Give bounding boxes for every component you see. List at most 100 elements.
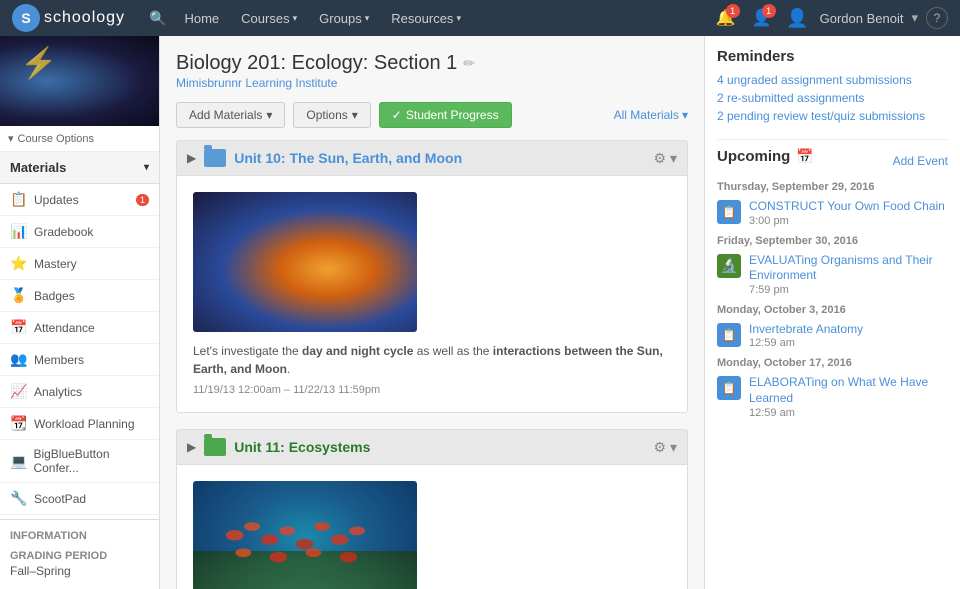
unit-10-description: Let's investigate the day and night cycl… bbox=[193, 342, 671, 378]
unit-10-section: ▶ Unit 10: The Sun, Earth, and Moon ⚙ ▾ … bbox=[176, 140, 688, 413]
unit-11-folder-icon bbox=[204, 438, 226, 456]
course-options-toggle[interactable]: ▾ Course Options bbox=[0, 126, 159, 152]
nav-resources[interactable]: Resources▾ bbox=[381, 7, 471, 30]
sidebar-item-analytics[interactable]: 📈 Analytics bbox=[0, 376, 159, 408]
institution-link[interactable]: Mimisbrunnr Learning Institute bbox=[176, 76, 337, 90]
unit-11-image bbox=[193, 481, 417, 589]
right-panel: Reminders 4 ungraded assignment submissi… bbox=[704, 36, 960, 589]
edit-title-icon[interactable]: ✏ bbox=[463, 55, 475, 72]
event-title-0-0[interactable]: CONSTRUCT Your Own Food Chain bbox=[749, 199, 948, 215]
sidebar-item-scootpad[interactable]: 🔧 ScootPad bbox=[0, 483, 159, 515]
event-title-2-0[interactable]: Invertebrate Anatomy bbox=[749, 322, 948, 338]
unit-10-header[interactable]: ▶ Unit 10: The Sun, Earth, and Moon ⚙ ▾ bbox=[176, 140, 688, 176]
help-button[interactable]: ? bbox=[926, 7, 948, 29]
materials-filter[interactable]: All Materials ▾ bbox=[614, 108, 688, 122]
sidebar-item-analytics-label: Analytics bbox=[34, 385, 82, 399]
bigbluebutton-icon: 💻 bbox=[10, 453, 27, 470]
event-icon-1-0: 🔬 bbox=[717, 254, 741, 278]
panel-divider bbox=[717, 139, 948, 140]
notification-bell-1[interactable]: 🔔 1 bbox=[712, 4, 740, 32]
sidebar-item-members[interactable]: 👥 Members bbox=[0, 344, 159, 376]
grading-period-label: Grading period bbox=[10, 550, 149, 562]
unit-11-gear-icon[interactable]: ⚙ ▾ bbox=[654, 439, 677, 456]
materials-section-header: Materials ▾ bbox=[0, 152, 159, 184]
search-icon[interactable]: 🔍 bbox=[141, 6, 174, 31]
user-avatar[interactable]: 👤 bbox=[784, 4, 812, 32]
top-nav-right: 🔔 1 👤 1 👤 Gordon Benoit ▾ ? bbox=[712, 4, 948, 32]
date-label-1: Friday, September 30, 2016 bbox=[717, 235, 948, 247]
nav-groups[interactable]: Groups▾ bbox=[309, 7, 379, 30]
upcoming-title: Upcoming 📅 bbox=[717, 148, 814, 165]
sidebar: ⚡ ▾ Course Options Materials ▾ 📋 Updates… bbox=[0, 36, 160, 589]
unit-11-section: ▶ Unit 11: Ecosystems ⚙ ▾ bbox=[176, 429, 688, 589]
top-navigation: S schoology 🔍 Home Courses▾ Groups▾ Reso… bbox=[0, 0, 960, 36]
event-time-0-0: 3:00 pm bbox=[749, 215, 948, 227]
sidebar-item-mastery[interactable]: ⭐ Mastery bbox=[0, 248, 159, 280]
event-time-3-0: 12:59 am bbox=[749, 407, 948, 419]
event-title-3-0[interactable]: ELABORATing on What We Have Learned bbox=[749, 375, 948, 406]
calendar-icon: 📅 bbox=[796, 148, 813, 165]
updates-icon: 📋 bbox=[10, 191, 28, 208]
notif-count-2: 1 bbox=[762, 4, 776, 18]
unit-10-gear-icon[interactable]: ⚙ ▾ bbox=[654, 150, 677, 167]
reminder-link-1[interactable]: 2 re-submitted assignments bbox=[717, 91, 948, 105]
student-progress-button[interactable]: ✓ Student Progress bbox=[379, 102, 512, 128]
mastery-icon: ⭐ bbox=[10, 255, 28, 272]
date-label-3: Monday, October 17, 2016 bbox=[717, 357, 948, 369]
logo[interactable]: S schoology bbox=[12, 4, 125, 32]
course-options-label: Course Options bbox=[18, 133, 94, 145]
gradebook-icon: 📊 bbox=[10, 223, 28, 240]
date-label-2: Monday, October 3, 2016 bbox=[717, 304, 948, 316]
sidebar-item-attendance[interactable]: 📅 Attendance bbox=[0, 312, 159, 344]
info-section-label: Information bbox=[10, 530, 149, 542]
event-details-1-0: EVALUATing Organisms and Their Environme… bbox=[749, 253, 948, 296]
event-icon-0-0: 📋 bbox=[717, 200, 741, 224]
materials-chevron[interactable]: ▾ bbox=[144, 162, 149, 173]
sidebar-item-updates[interactable]: 📋 Updates 1 bbox=[0, 184, 159, 216]
event-details-3-0: ELABORATing on What We Have Learned 12:5… bbox=[749, 375, 948, 418]
options-button[interactable]: Options ▾ bbox=[293, 102, 370, 128]
user-dropdown-icon[interactable]: ▾ bbox=[911, 10, 918, 26]
logo-circle: S bbox=[12, 4, 40, 32]
unit-10-dates: 11/19/13 12:00am – 11/22/13 11:59pm bbox=[193, 384, 671, 396]
add-materials-button[interactable]: Add Materials ▾ bbox=[176, 102, 285, 128]
add-materials-label: Add Materials bbox=[189, 108, 262, 122]
user-name[interactable]: Gordon Benoit bbox=[820, 11, 904, 26]
sidebar-item-badges[interactable]: 🏅 Badges bbox=[0, 280, 159, 312]
event-item-1-0: 🔬 EVALUATing Organisms and Their Environ… bbox=[717, 253, 948, 296]
sidebar-item-members-label: Members bbox=[34, 353, 84, 367]
unit-10-content: Let's investigate the day and night cycl… bbox=[176, 176, 688, 413]
course-title-text: Biology 201: Ecology: Section 1 bbox=[176, 52, 457, 75]
event-time-2-0: 12:59 am bbox=[749, 337, 948, 349]
reminder-link-0[interactable]: 4 ungraded assignment submissions bbox=[717, 73, 948, 87]
add-event-link[interactable]: Add Event bbox=[893, 154, 948, 168]
filter-label: All Materials bbox=[614, 108, 679, 122]
unit-11-title: Unit 11: Ecosystems bbox=[234, 439, 645, 455]
nav-home[interactable]: Home bbox=[174, 7, 229, 30]
notification-bell-2[interactable]: 👤 1 bbox=[748, 4, 776, 32]
nav-courses[interactable]: Courses▾ bbox=[231, 7, 307, 30]
unit-10-image bbox=[193, 192, 417, 332]
sidebar-item-gradebook[interactable]: 📊 Gradebook bbox=[0, 216, 159, 248]
page-header: Biology 201: Ecology: Section 1 ✏ Mimisb… bbox=[176, 52, 688, 90]
sidebar-info: Information Grading period Fall–Spring bbox=[0, 519, 159, 588]
event-title-1-0[interactable]: EVALUATing Organisms and Their Environme… bbox=[749, 253, 948, 284]
reminder-link-2[interactable]: 2 pending review test/quiz submissions bbox=[717, 109, 948, 123]
sidebar-item-bigbluebutton[interactable]: 💻 BigBlueButton Confer... bbox=[0, 440, 159, 483]
page-title: Biology 201: Ecology: Section 1 ✏ bbox=[176, 52, 688, 75]
unit-11-chevron: ▶ bbox=[187, 440, 196, 454]
unit-11-content bbox=[176, 465, 688, 589]
filter-chevron: ▾ bbox=[682, 108, 688, 122]
unit-10-title: Unit 10: The Sun, Earth, and Moon bbox=[234, 150, 645, 166]
logo-text: schoology bbox=[44, 9, 125, 27]
sidebar-item-workload-planning[interactable]: 📆 Workload Planning bbox=[0, 408, 159, 440]
event-item-3-0: 📋 ELABORATing on What We Have Learned 12… bbox=[717, 375, 948, 418]
options-label: Options bbox=[306, 108, 347, 122]
date-label-0: Thursday, September 29, 2016 bbox=[717, 181, 948, 193]
event-icon-3-0: 📋 bbox=[717, 376, 741, 400]
unit-10-image-placeholder bbox=[193, 192, 417, 332]
reminders-title: Reminders bbox=[717, 48, 948, 65]
event-icon-2-0: 📋 bbox=[717, 323, 741, 347]
unit-11-header[interactable]: ▶ Unit 11: Ecosystems ⚙ ▾ bbox=[176, 429, 688, 465]
event-time-1-0: 7:59 pm bbox=[749, 284, 948, 296]
